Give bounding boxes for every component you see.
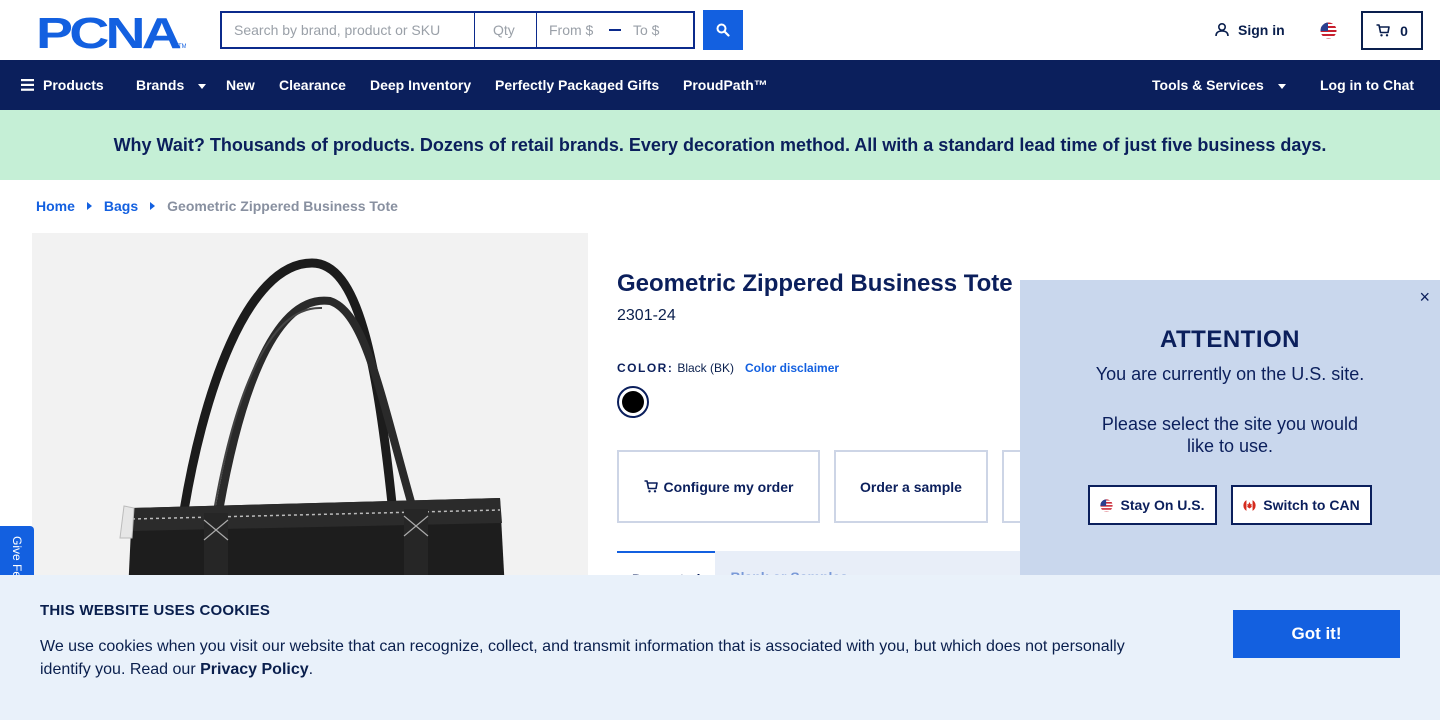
- stay-us-label: Stay On U.S.: [1120, 497, 1205, 513]
- search-bar: [220, 11, 695, 49]
- price-to-input[interactable]: [623, 22, 693, 38]
- switch-can-button[interactable]: Switch to CAN: [1231, 485, 1372, 525]
- nav-products[interactable]: Products: [21, 60, 104, 110]
- order-sample-button[interactable]: Order a sample: [834, 450, 988, 523]
- breadcrumb-current: Geometric Zippered Business Tote: [167, 198, 398, 214]
- qty-input[interactable]: [475, 13, 537, 47]
- cart-icon: [1376, 24, 1390, 37]
- privacy-policy-link[interactable]: Privacy Policy: [200, 661, 309, 678]
- modal-title: ATTENTION: [1159, 326, 1301, 353]
- hamburger-icon: [21, 79, 34, 91]
- breadcrumb-home[interactable]: Home: [36, 198, 75, 214]
- nav-new-label: New: [226, 77, 255, 93]
- modal-instruction: Please select the site you would like to…: [1101, 414, 1359, 456]
- promo-banner: Why Wait? Thousands of products. Dozens …: [0, 110, 1440, 180]
- cookie-text: We use cookies when you visit our websit…: [40, 635, 1160, 681]
- nav-brands[interactable]: Brands: [136, 60, 207, 110]
- nav-chat-login[interactable]: Log in to Chat: [1320, 60, 1414, 110]
- chevron-right-icon: [150, 202, 156, 210]
- us-flag-icon[interactable]: [1320, 22, 1337, 39]
- color-value: Black (BK): [677, 361, 735, 375]
- color-row: COLOR: Black (BK) Color disclaimer: [617, 361, 839, 375]
- site-selector-modal: × ATTENTION You are currently on the U.S…: [1020, 280, 1440, 580]
- color-disclaimer-link[interactable]: Color disclaimer: [745, 361, 839, 375]
- chevron-down-icon: [1277, 83, 1286, 89]
- color-swatch-black[interactable]: [617, 386, 649, 418]
- nav-products-label: Products: [43, 77, 104, 93]
- chevron-down-icon: [198, 83, 207, 89]
- nav-brands-label: Brands: [136, 77, 185, 93]
- nav-tools-services[interactable]: Tools & Services: [1152, 60, 1286, 110]
- modal-current-site: You are currently on the U.S. site.: [1095, 364, 1365, 384]
- site-header: PCNA TM Sign in: [0, 0, 1440, 60]
- cart-count: 0: [1400, 22, 1408, 39]
- sign-in-label: Sign in: [1238, 22, 1285, 38]
- search-input[interactable]: [222, 13, 475, 47]
- product-sku: 2301-24: [617, 307, 676, 324]
- product-title: Geometric Zippered Business Tote: [617, 270, 1013, 297]
- sign-in-link[interactable]: Sign in: [1214, 22, 1285, 38]
- promo-text: Why Wait? Thousands of products. Dozens …: [113, 134, 1327, 155]
- cookie-suffix: .: [308, 661, 314, 678]
- configure-order-label: Configure my order: [663, 478, 794, 495]
- logo-wordmark: PCNA: [36, 12, 181, 50]
- cookie-title: THIS WEBSITE USES COOKIES: [40, 602, 271, 619]
- cookie-banner: THIS WEBSITE USES COOKIES We use cookies…: [0, 575, 1440, 720]
- nav-proudpath[interactable]: ProudPath™: [683, 60, 768, 110]
- switch-can-label: Switch to CAN: [1263, 497, 1360, 513]
- nav-deep-inventory-label: Deep Inventory: [370, 77, 472, 93]
- order-sample-label: Order a sample: [860, 478, 962, 495]
- nav-clearance[interactable]: Clearance: [279, 60, 346, 110]
- canada-flag-icon: [1243, 498, 1256, 512]
- nav-packaged-gifts[interactable]: Perfectly Packaged Gifts: [495, 60, 659, 110]
- main-nav: Products Brands New Clearance Deep Inven…: [0, 60, 1440, 110]
- range-dash: [609, 29, 621, 31]
- price-range: [537, 13, 693, 47]
- nav-deep-inventory[interactable]: Deep Inventory: [370, 60, 471, 110]
- cart-button[interactable]: 0: [1361, 11, 1423, 50]
- price-from-input[interactable]: [537, 22, 607, 38]
- nav-new[interactable]: New: [226, 60, 255, 110]
- nav-chat-label: Log in to Chat: [1320, 77, 1415, 93]
- nav-clearance-label: Clearance: [279, 77, 346, 93]
- breadcrumb-bags[interactable]: Bags: [104, 198, 138, 214]
- search-button[interactable]: [703, 10, 743, 50]
- svg-text:TM: TM: [178, 44, 186, 50]
- user-icon: [1215, 23, 1229, 37]
- close-icon[interactable]: ×: [1419, 288, 1430, 306]
- configure-order-button[interactable]: Configure my order: [617, 450, 820, 523]
- nav-packaged-gifts-label: Perfectly Packaged Gifts: [495, 77, 660, 93]
- search-icon: [716, 23, 730, 37]
- stay-us-button[interactable]: Stay On U.S.: [1088, 485, 1217, 525]
- nav-tools-label: Tools & Services: [1152, 77, 1264, 93]
- swatch-fill: [622, 391, 644, 413]
- nav-proudpath-label: ProudPath™: [683, 77, 768, 93]
- chevron-right-icon: [86, 202, 92, 210]
- pcna-logo[interactable]: PCNA TM: [36, 9, 187, 58]
- breadcrumb: Home Bags Geometric Zippered Business To…: [36, 198, 398, 214]
- got-it-button[interactable]: Got it!: [1233, 610, 1400, 658]
- us-flag-icon: [1100, 498, 1114, 512]
- cart-icon: [644, 480, 658, 493]
- color-label: COLOR:: [617, 361, 674, 375]
